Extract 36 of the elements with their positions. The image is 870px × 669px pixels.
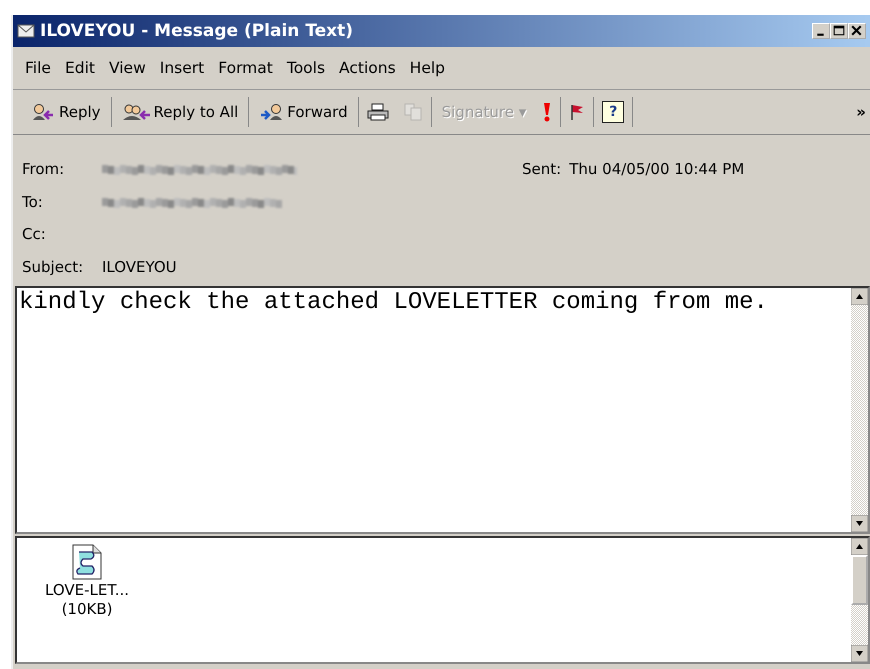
sent-date: Thu 04/05/00 10:44 PM [569,160,744,178]
field-label: Sent: [522,160,562,178]
printer-icon[interactable] [366,103,389,121]
attachment-size: (10KB) [62,600,112,618]
forward-button[interactable]: Forward [257,98,350,126]
menu-item[interactable]: Help [410,59,446,77]
menu-item[interactable]: File [25,59,51,77]
field-label: Subject: [22,258,84,276]
maximize-button[interactable] [830,23,848,39]
exclamation-icon[interactable] [542,102,552,122]
field-label: From: [22,160,66,178]
field-label: To: [22,192,44,210]
menu-item[interactable]: Actions [339,59,396,77]
reply-all-button[interactable]: Reply to All [120,98,240,126]
menu-item[interactable]: Insert [160,59,204,77]
scroll-down-button[interactable] [851,515,868,532]
field-label: Cc: [22,225,47,243]
close-button[interactable] [848,23,866,39]
menu-item[interactable]: View [108,59,146,77]
people-icon [122,103,152,121]
menu-item[interactable]: Format [218,59,273,77]
reply-button[interactable]: Reply [29,98,103,126]
envelope-icon [17,24,35,38]
help-button[interactable]: ? [602,101,624,123]
attachment-name[interactable]: LOVE-LET... [45,581,130,599]
menu-item[interactable]: Tools [286,59,326,77]
minimize-button[interactable] [812,23,830,39]
scroll-up-button[interactable] [851,538,868,555]
flag-icon[interactable] [569,103,586,121]
menu-item[interactable]: Edit [64,59,95,77]
window-title: ILOVEYOU - Message (Plain Text) [40,21,354,41]
toolbar-overflow[interactable]: » [856,103,866,121]
scroll-down-button[interactable] [851,645,868,662]
scroll-up-button[interactable] [851,288,868,305]
script-file-icon[interactable] [72,544,102,580]
subject-value: ILOVEYOU [102,258,177,276]
